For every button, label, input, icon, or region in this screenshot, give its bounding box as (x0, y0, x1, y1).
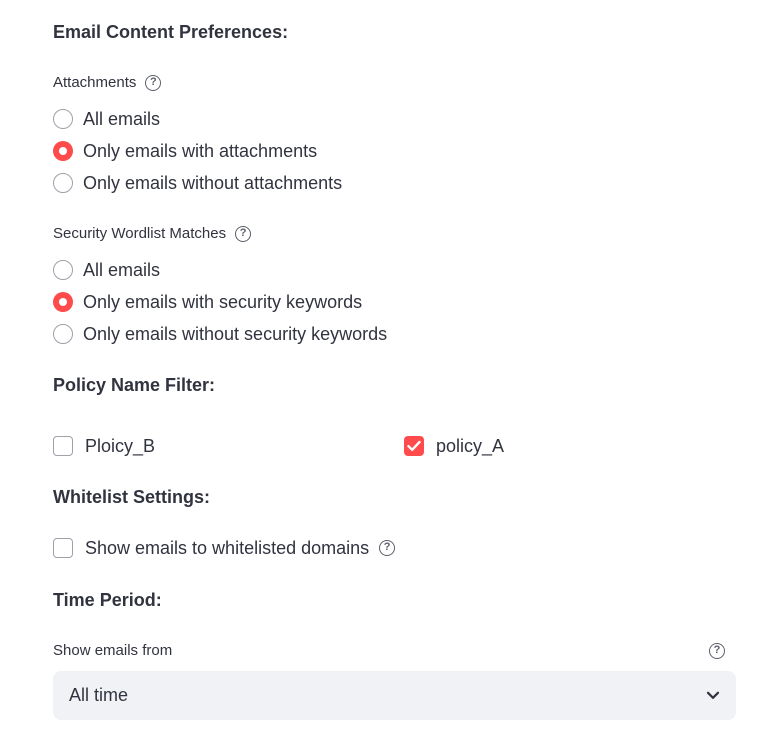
radio-icon[interactable] (53, 109, 73, 129)
help-icon[interactable]: ? (709, 643, 725, 659)
help-icon[interactable]: ? (379, 540, 396, 556)
whitelist-checkbox[interactable]: Show emails to whitelisted domains ? (53, 537, 396, 559)
checkbox-label: Ploicy_B (85, 436, 156, 456)
time-period-title: Time Period: (53, 590, 162, 610)
checkbox-icon[interactable] (53, 538, 73, 558)
radio-label: All emails (83, 109, 161, 129)
time-period-select[interactable]: All time (53, 671, 736, 720)
radio-icon[interactable] (53, 324, 73, 344)
policy-checkbox-policy-a[interactable]: policy_A (404, 435, 504, 457)
help-icon[interactable]: ? (235, 226, 252, 242)
help-icon[interactable]: ? (145, 75, 162, 91)
attachments-option-all[interactable]: All emails (53, 108, 160, 130)
checkmark-icon (407, 440, 421, 451)
security-label-row: Security Wordlist Matches ? (53, 224, 252, 244)
select-value: All time (69, 685, 129, 705)
radio-selected-icon[interactable] (53, 141, 73, 161)
checkbox-icon[interactable] (53, 436, 73, 456)
radio-label: All emails (83, 260, 161, 280)
attachments-option-with[interactable]: Only emails with attachments (53, 140, 317, 162)
radio-selected-icon[interactable] (53, 292, 73, 312)
security-option-without[interactable]: Only emails without security keywords (53, 323, 387, 345)
radio-label: Only emails with attachments (83, 141, 318, 161)
radio-icon[interactable] (53, 173, 73, 193)
security-label: Security Wordlist Matches (53, 225, 227, 242)
security-option-with[interactable]: Only emails with security keywords (53, 291, 362, 313)
security-option-all[interactable]: All emails (53, 259, 160, 281)
chevron-down-icon[interactable] (706, 691, 720, 700)
select-label: Show emails from (53, 642, 173, 659)
radio-label: Only emails without security keywords (83, 324, 388, 344)
email-content-title: Email Content Preferences: (53, 22, 289, 42)
whitelist-title: Whitelist Settings: (53, 487, 210, 507)
checkbox-checked-icon[interactable] (404, 436, 424, 456)
radio-label: Only emails without attachments (83, 173, 343, 193)
checkbox-label: Show emails to whitelisted domains (85, 538, 370, 558)
attachments-option-without[interactable]: Only emails without attachments (53, 172, 342, 194)
radio-label: Only emails with security keywords (83, 292, 363, 312)
radio-icon[interactable] (53, 260, 73, 280)
policy-checkbox-ploicy-b[interactable]: Ploicy_B (53, 435, 155, 457)
checkbox-label: policy_A (436, 436, 505, 456)
attachments-label: Attachments (53, 74, 137, 91)
attachments-label-row: Attachments ? (53, 73, 162, 93)
policy-filter-title: Policy Name Filter: (53, 375, 216, 395)
